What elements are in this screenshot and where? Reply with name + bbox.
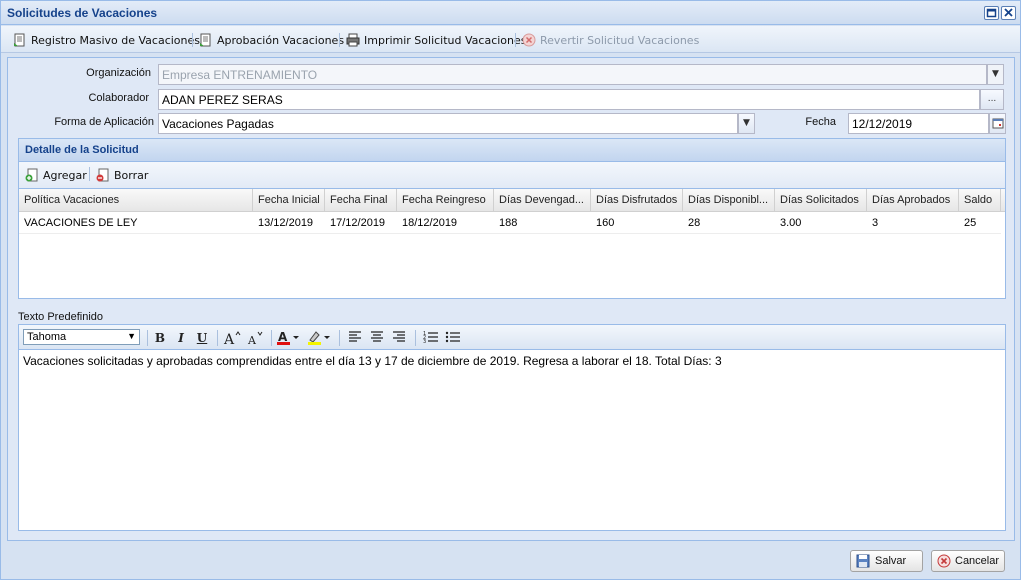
svg-text:A: A xyxy=(223,332,235,346)
table-cell: 25 xyxy=(959,213,1001,234)
organizacion-field[interactable]: Empresa ENTRENAMIENTO xyxy=(158,64,987,85)
table-cell: 160 xyxy=(591,213,683,234)
maximize-icon[interactable] xyxy=(984,6,999,20)
svg-text:A: A xyxy=(247,334,257,346)
aprobacion-button[interactable]: Aprobación Vacaciones xyxy=(199,32,344,48)
window-title: Solicitudes de Vacaciones xyxy=(7,6,158,20)
editor-toolbar: Tahoma ▼ B I U A A A 1 2 3 xyxy=(18,324,1006,350)
numbered-list-icon[interactable]: 123 xyxy=(422,330,440,346)
close-icon[interactable] xyxy=(1001,6,1016,20)
table-cell: 17/12/2019 xyxy=(325,213,397,234)
align-right-icon[interactable] xyxy=(390,330,408,346)
highlight-color-icon[interactable] xyxy=(307,330,333,346)
document-icon xyxy=(13,33,27,47)
vacation-request-window: Solicitudes de Vacaciones Registro Masiv… xyxy=(0,0,1021,580)
column-header[interactable]: Días Solicitados xyxy=(775,189,867,212)
organizacion-label: Organización xyxy=(86,67,151,79)
registro-masivo-button[interactable]: Registro Masivo de Vacaciones xyxy=(13,32,200,48)
colaborador-label: Colaborador xyxy=(88,92,149,104)
toolbar-separator xyxy=(271,330,272,346)
save-icon xyxy=(856,554,870,568)
toolbar-separator xyxy=(192,33,193,47)
table-cell: 3 xyxy=(867,213,959,234)
font-family-value: Tahoma xyxy=(27,331,67,343)
borrar-label: Borrar xyxy=(114,168,149,182)
column-header[interactable]: Fecha Inicial xyxy=(253,189,325,212)
revertir-label: Revertir Solicitud Vacaciones xyxy=(540,33,700,47)
bullet-list-icon[interactable] xyxy=(444,330,462,346)
document-icon xyxy=(199,33,213,47)
table-cell: 28 xyxy=(683,213,775,234)
bold-button[interactable]: B xyxy=(152,330,168,346)
svg-text:3: 3 xyxy=(423,339,426,344)
column-header[interactable]: Política Vacaciones xyxy=(19,189,253,212)
printer-icon xyxy=(346,33,360,47)
toolbar-separator xyxy=(515,33,516,47)
colaborador-field[interactable]: ADAN PEREZ SERAS xyxy=(158,89,980,110)
toolbar-separator xyxy=(147,330,148,346)
toolbar-separator xyxy=(217,330,218,346)
table-cell: 188 xyxy=(494,213,591,234)
aprobacion-label: Aprobación Vacaciones xyxy=(217,33,345,47)
toolbar-separator xyxy=(415,330,416,346)
salvar-label: Salvar xyxy=(875,555,907,567)
grid-header: Política Vacaciones Fecha Inicial Fecha … xyxy=(19,189,1005,212)
font-color-icon[interactable]: A xyxy=(276,330,302,346)
increase-font-size-icon[interactable]: A xyxy=(222,330,242,348)
forma-aplicacion-label: Forma de Aplicación xyxy=(54,116,154,128)
colaborador-lookup-button[interactable]: ... xyxy=(980,89,1004,110)
forma-aplicacion-field[interactable]: Vacaciones Pagadas xyxy=(158,113,738,134)
column-header[interactable]: Días Devengad... xyxy=(494,189,591,212)
calendar-icon[interactable] xyxy=(989,113,1006,134)
texto-predefinido-label: Texto Predefinido xyxy=(18,311,103,323)
agregar-button[interactable]: Agregar xyxy=(25,167,87,183)
texto-predefinido-editor[interactable]: Vacaciones solicitadas y aprobadas compr… xyxy=(18,350,1006,531)
add-document-icon xyxy=(25,168,39,182)
column-header[interactable]: Días Disfrutados xyxy=(591,189,683,212)
toolbar-separator xyxy=(339,330,340,346)
imprimir-button[interactable]: Imprimir Solicitud Vacaciones xyxy=(346,32,527,48)
detalle-toolbar: Agregar Borrar xyxy=(18,162,1006,188)
salvar-button[interactable]: Salvar xyxy=(850,550,923,572)
detalle-panel-title: Detalle de la Solicitud xyxy=(18,138,1006,162)
column-header[interactable]: Días Aprobados xyxy=(867,189,959,212)
window-titlebar: Solicitudes de Vacaciones xyxy=(1,1,1020,25)
column-header[interactable]: Días Disponibl... xyxy=(683,189,775,212)
decrease-font-size-icon[interactable]: A xyxy=(245,330,265,347)
table-cell: VACACIONES DE LEY xyxy=(19,213,253,234)
forma-aplicacion-dropdown-icon[interactable]: ▼ xyxy=(738,113,755,134)
organizacion-dropdown-icon[interactable]: ▼ xyxy=(987,64,1004,85)
cancelar-label: Cancelar xyxy=(955,555,1000,567)
underline-button[interactable]: U xyxy=(194,330,210,346)
italic-button[interactable]: I xyxy=(173,330,189,346)
fecha-field[interactable]: 12/12/2019 xyxy=(848,113,989,134)
delete-document-icon xyxy=(96,168,110,182)
imprimir-label: Imprimir Solicitud Vacaciones xyxy=(364,33,527,47)
column-header[interactable]: Fecha Reingreso xyxy=(397,189,494,212)
column-header[interactable]: Fecha Final xyxy=(325,189,397,212)
agregar-label: Agregar xyxy=(43,168,87,182)
cancel-circle-icon xyxy=(937,554,951,568)
table-cell: 18/12/2019 xyxy=(397,213,494,234)
fecha-label: Fecha xyxy=(805,116,836,128)
table-cell: 3.00 xyxy=(775,213,867,234)
revertir-button[interactable]: Revertir Solicitud Vacaciones xyxy=(522,32,699,48)
cancel-circle-icon xyxy=(522,33,536,47)
align-left-icon[interactable] xyxy=(346,330,364,346)
cancelar-button[interactable]: Cancelar xyxy=(931,550,1005,572)
registro-masivo-label: Registro Masivo de Vacaciones xyxy=(31,33,201,47)
main-toolbar: Registro Masivo de Vacaciones Aprobación… xyxy=(1,26,1020,53)
borrar-button[interactable]: Borrar xyxy=(96,167,148,183)
form-panel: Organización Empresa ENTRENAMIENTO ▼ Col… xyxy=(7,57,1015,541)
font-family-select[interactable]: Tahoma ▼ xyxy=(23,329,140,345)
align-center-icon[interactable] xyxy=(368,330,386,346)
chevron-down-icon: ▼ xyxy=(127,331,136,341)
svg-text:A: A xyxy=(278,330,288,344)
table-cell: 13/12/2019 xyxy=(253,213,325,234)
detalle-grid: Política Vacaciones Fecha Inicial Fecha … xyxy=(18,188,1006,299)
column-header[interactable]: Saldo xyxy=(959,189,1001,212)
toolbar-separator xyxy=(89,167,90,181)
toolbar-separator xyxy=(339,33,340,47)
